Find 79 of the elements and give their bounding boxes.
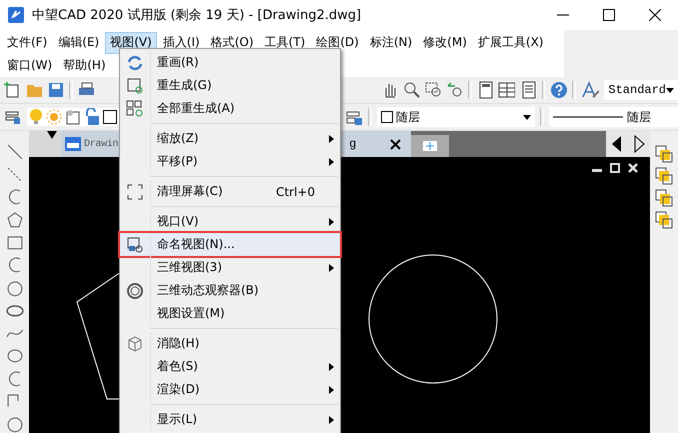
menu-option[interactable]: 显示(L): [120, 408, 340, 431]
menu-option[interactable]: 视图设置(M): [120, 302, 340, 325]
tab-list-caret-icon[interactable]: [29, 131, 61, 157]
menu-option[interactable]: 清理屏幕(C) Ctrl+0: [120, 180, 340, 203]
line-sample-icon: [553, 115, 623, 119]
grid-icon: [126, 100, 144, 118]
app-logo-icon: [8, 7, 24, 23]
rectangle-icon[interactable]: [6, 234, 24, 252]
object-order-icon[interactable]: [655, 211, 673, 229]
table-icon[interactable]: [498, 81, 515, 99]
line-icon[interactable]: [6, 143, 24, 161]
text-style-dropdown[interactable]: Standard: [604, 80, 678, 100]
menu-option[interactable]: 全部重生成(A): [120, 97, 340, 120]
scroll-right-icon[interactable]: [628, 131, 650, 157]
new-file-icon[interactable]: [4, 81, 21, 99]
menu-item[interactable]: 编辑(E): [53, 32, 104, 54]
bulb-icon[interactable]: [29, 108, 43, 126]
view-search-icon: [126, 236, 144, 254]
menu-item[interactable]: 扩展工具(X): [472, 32, 548, 54]
menu-option[interactable]: 渲染(D): [120, 378, 340, 401]
close-icon[interactable]: [649, 9, 661, 21]
help-icon[interactable]: [550, 81, 568, 99]
zoom-window-icon[interactable]: [424, 81, 442, 99]
menu-option[interactable]: 缩放(Z): [120, 127, 340, 150]
save-icon[interactable]: [47, 81, 64, 99]
submenu-arrow-icon: [329, 218, 334, 226]
dotted-line-icon[interactable]: [6, 166, 24, 184]
dropdown-caret-icon: [523, 114, 531, 120]
color-swatch-icon[interactable]: [103, 110, 117, 124]
ellipse-icon[interactable]: [6, 347, 24, 365]
tab-title: g: [349, 137, 356, 151]
menu-option[interactable]: 重画(R): [120, 51, 340, 74]
color-swatch-icon: [381, 111, 393, 123]
dropdown-caret-icon: [666, 88, 674, 92]
calculator-icon[interactable]: [476, 81, 494, 99]
maximize-icon[interactable]: [603, 9, 615, 21]
menu-item[interactable]: 标注(N): [364, 32, 418, 54]
linetype-dropdown[interactable]: 随层: [549, 107, 678, 127]
tab-title: Drawin: [84, 138, 118, 150]
scroll-left-icon[interactable]: [606, 131, 628, 157]
orbit-icon: [126, 282, 144, 300]
submenu-arrow-icon: [329, 416, 334, 424]
circle-icon[interactable]: [6, 279, 24, 297]
unlock-icon[interactable]: [84, 108, 100, 126]
menu-item[interactable]: 文件(F): [2, 32, 52, 54]
menu-option[interactable]: 平移(P): [120, 150, 340, 173]
object-order-icon[interactable]: [655, 167, 673, 185]
menu-item[interactable]: 帮助(H): [58, 55, 111, 77]
cube-icon: [126, 334, 144, 352]
menu-item[interactable]: 修改(M): [418, 32, 472, 54]
viewport-freeze-icon[interactable]: [65, 109, 81, 125]
submenu-arrow-icon: [329, 362, 334, 370]
object-order-icon[interactable]: [655, 189, 673, 207]
close-icon[interactable]: [390, 138, 401, 150]
expand-icon: [126, 182, 144, 200]
menu-option[interactable]: 三维视图(3): [120, 256, 340, 279]
window-title: 中望CAD 2020 试用版 (剩余 19 天) - [Drawing2.dwg]: [32, 7, 362, 24]
regen-icon: [126, 76, 144, 94]
pentagon-icon[interactable]: [6, 211, 24, 229]
circle-icon[interactable]: [6, 415, 24, 433]
submenu-arrow-icon: [329, 134, 334, 142]
restore-icon[interactable]: [610, 163, 620, 173]
menu-option[interactable]: 着色(S): [120, 355, 340, 378]
layer-dropdown[interactable]: 随层: [377, 107, 535, 127]
submenu-arrow-icon: [329, 158, 334, 166]
plus-icon: [423, 141, 437, 151]
menu-option[interactable]: 三维动态观察器(B): [120, 279, 340, 302]
menu-option[interactable]: 消隐(H): [120, 332, 340, 355]
object-order-icon[interactable]: [655, 145, 673, 163]
submenu-arrow-icon: [329, 264, 334, 272]
document-icon[interactable]: [520, 81, 537, 99]
menu-item[interactable]: 窗口(W): [2, 55, 58, 77]
menu-option[interactable]: 命名视图(N)...: [120, 233, 340, 256]
refresh-icon: [126, 54, 144, 72]
submenu-arrow-icon: [329, 386, 334, 394]
menu-option[interactable]: 重生成(G): [120, 74, 340, 97]
dwg-file-icon: [64, 135, 82, 153]
zoom-previous-icon[interactable]: [446, 81, 463, 99]
text-style-icon[interactable]: [580, 81, 600, 99]
